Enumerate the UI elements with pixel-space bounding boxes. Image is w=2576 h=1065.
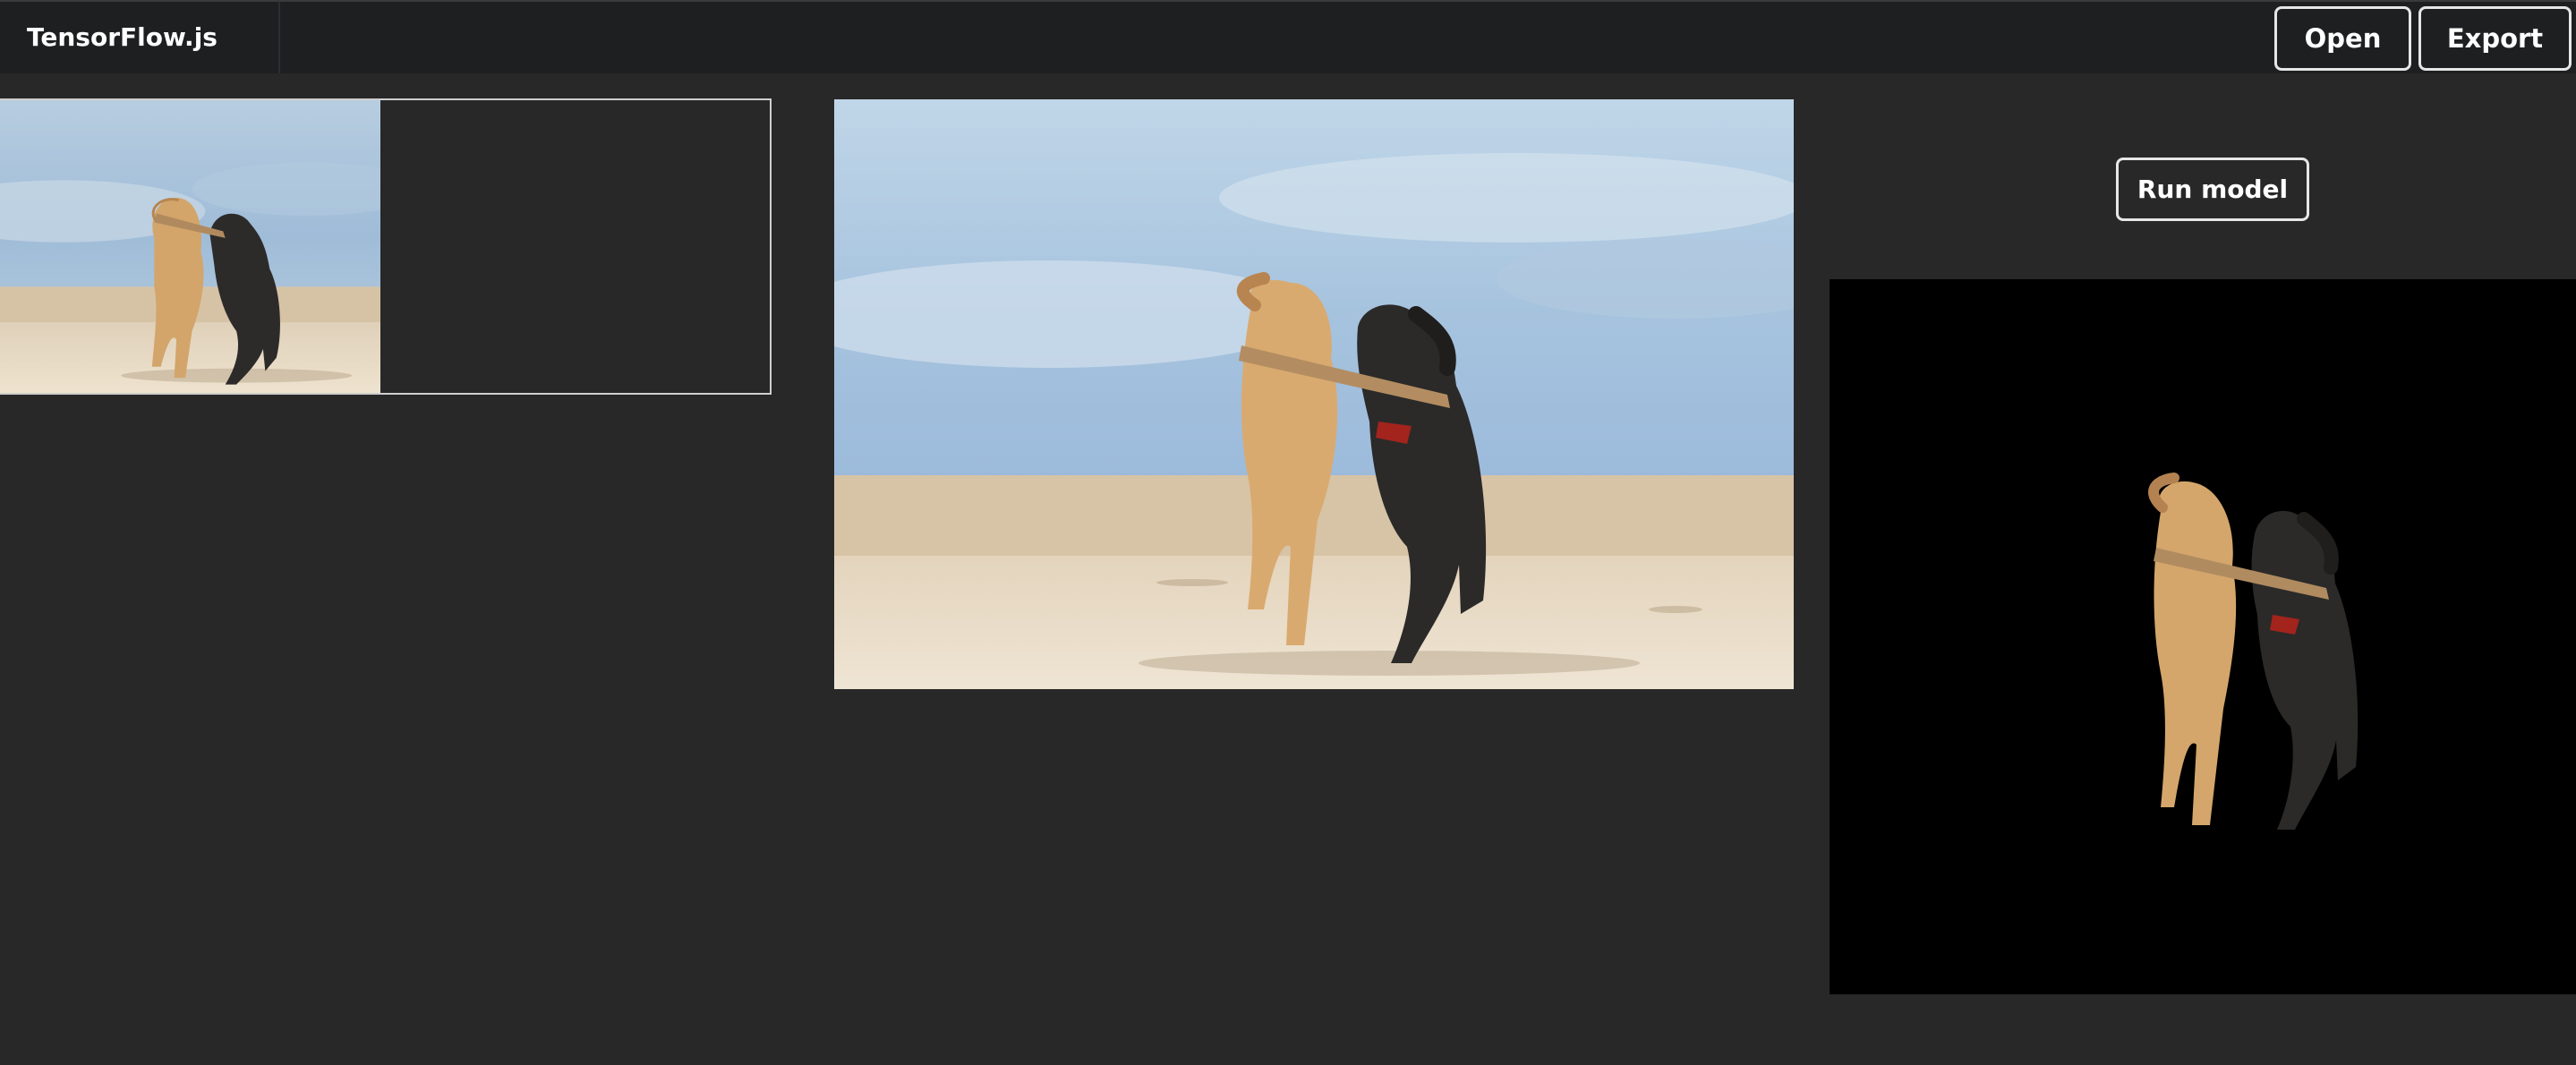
segmented-dogs-image [2148, 473, 2358, 830]
thumbnail-image [0, 100, 380, 393]
main-image [834, 99, 1794, 689]
export-button[interactable]: Export [2418, 6, 2572, 71]
thumbnail-frame [0, 98, 772, 395]
run-model-button[interactable]: Run model [2116, 158, 2309, 221]
segmentation-result-canvas [1830, 279, 2576, 994]
app-title: TensorFlow.js Demo [0, 2, 280, 124]
header-bar: TensorFlow.js Demo Open Export [0, 0, 2576, 124]
app-root: TensorFlow.js Demo Open Export [0, 0, 2576, 1065]
open-button[interactable]: Open [2274, 6, 2411, 71]
